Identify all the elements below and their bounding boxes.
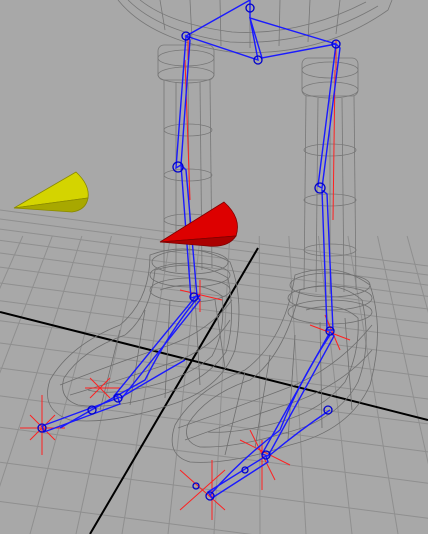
- maya-3d-viewport[interactable]: [0, 0, 428, 534]
- viewport-canvas[interactable]: [0, 0, 428, 534]
